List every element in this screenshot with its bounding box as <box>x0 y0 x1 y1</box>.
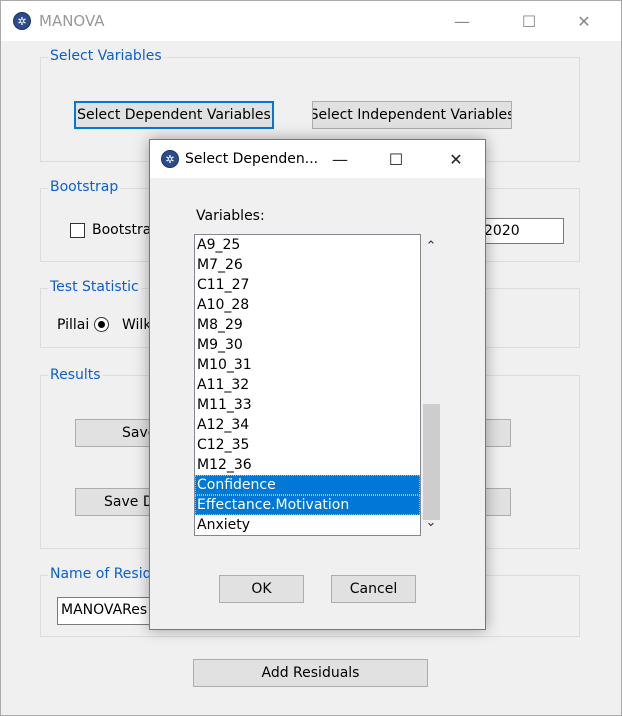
bootstrap-legend: Bootstrap <box>48 179 121 195</box>
radio-selected-dot <box>98 321 105 328</box>
dialog-minimize-button[interactable]: — <box>317 140 363 178</box>
select-variables-legend: Select Variables <box>48 48 164 64</box>
residuals-legend: Name of Residu <box>48 566 163 582</box>
save-button-2-label: Save D <box>104 494 154 510</box>
dialog-title: Select Dependen... <box>185 151 319 167</box>
list-item[interactable]: A9_25 <box>195 235 420 255</box>
wilk-label: Wilk <box>122 317 152 333</box>
list-item[interactable]: C12_35 <box>195 435 420 455</box>
dialog-title-bar: ✲ Select Dependen... — ☐ ✕ <box>150 140 485 178</box>
pillai-label: Pillai <box>57 317 90 333</box>
app-icon: ✲ <box>13 12 31 30</box>
list-item[interactable]: M11_33 <box>195 395 420 415</box>
results-legend: Results <box>48 367 103 383</box>
scroll-up-icon[interactable]: ⌃ <box>421 236 441 256</box>
list-item[interactable]: A10_28 <box>195 295 420 315</box>
list-item[interactable]: M10_31 <box>195 355 420 375</box>
list-item[interactable]: M7_26 <box>195 255 420 275</box>
list-item[interactable]: A12_34 <box>195 415 420 435</box>
scroll-down-icon[interactable]: ⌄ <box>421 512 441 532</box>
list-item[interactable]: M9_30 <box>195 335 420 355</box>
bootstrap-checkbox[interactable] <box>70 223 85 238</box>
close-button[interactable]: ✕ <box>561 1 607 41</box>
variables-scrollbar[interactable]: ⌃ ⌄ <box>421 234 441 536</box>
list-item[interactable]: M8_29 <box>195 315 420 335</box>
pillai-radio[interactable] <box>94 317 109 332</box>
ok-button[interactable]: OK <box>219 575 304 603</box>
list-item-selected[interactable]: Effectance.Motivation <box>195 495 420 515</box>
select-dependent-variables-button[interactable]: Select Dependent Variables <box>74 101 274 129</box>
bootstrap-seed-input[interactable]: 2020 <box>480 218 564 244</box>
dialog-app-icon: ✲ <box>161 150 179 168</box>
list-item[interactable]: C11_27 <box>195 275 420 295</box>
dialog-close-button[interactable]: ✕ <box>433 140 479 178</box>
list-item[interactable]: Anxiety <box>195 515 420 535</box>
minimize-button[interactable]: — <box>439 1 485 41</box>
select-dependent-dialog: ✲ Select Dependen... — ☐ ✕ Variables: A9… <box>149 139 486 630</box>
select-independent-variables-button[interactable]: Select Independent Variables <box>312 101 512 129</box>
list-item[interactable]: A11_32 <box>195 375 420 395</box>
dialog-maximize-button[interactable]: ☐ <box>373 140 419 178</box>
list-item[interactable]: M12_36 <box>195 455 420 475</box>
cancel-button[interactable]: Cancel <box>331 575 416 603</box>
variables-listbox[interactable]: A9_25 M7_26 C11_27 A10_28 M8_29 M9_30 M1… <box>194 234 421 536</box>
window-title: MANOVA <box>39 12 105 30</box>
add-residuals-button[interactable]: Add Residuals <box>193 659 428 687</box>
maximize-button[interactable]: ☐ <box>506 1 552 41</box>
title-bar: ✲ MANOVA — ☐ ✕ <box>1 1 621 41</box>
test-statistic-legend: Test Statistic <box>48 279 141 295</box>
variables-label: Variables: <box>196 208 265 224</box>
list-item-selected[interactable]: Confidence <box>195 475 420 495</box>
scroll-thumb[interactable] <box>423 404 440 520</box>
